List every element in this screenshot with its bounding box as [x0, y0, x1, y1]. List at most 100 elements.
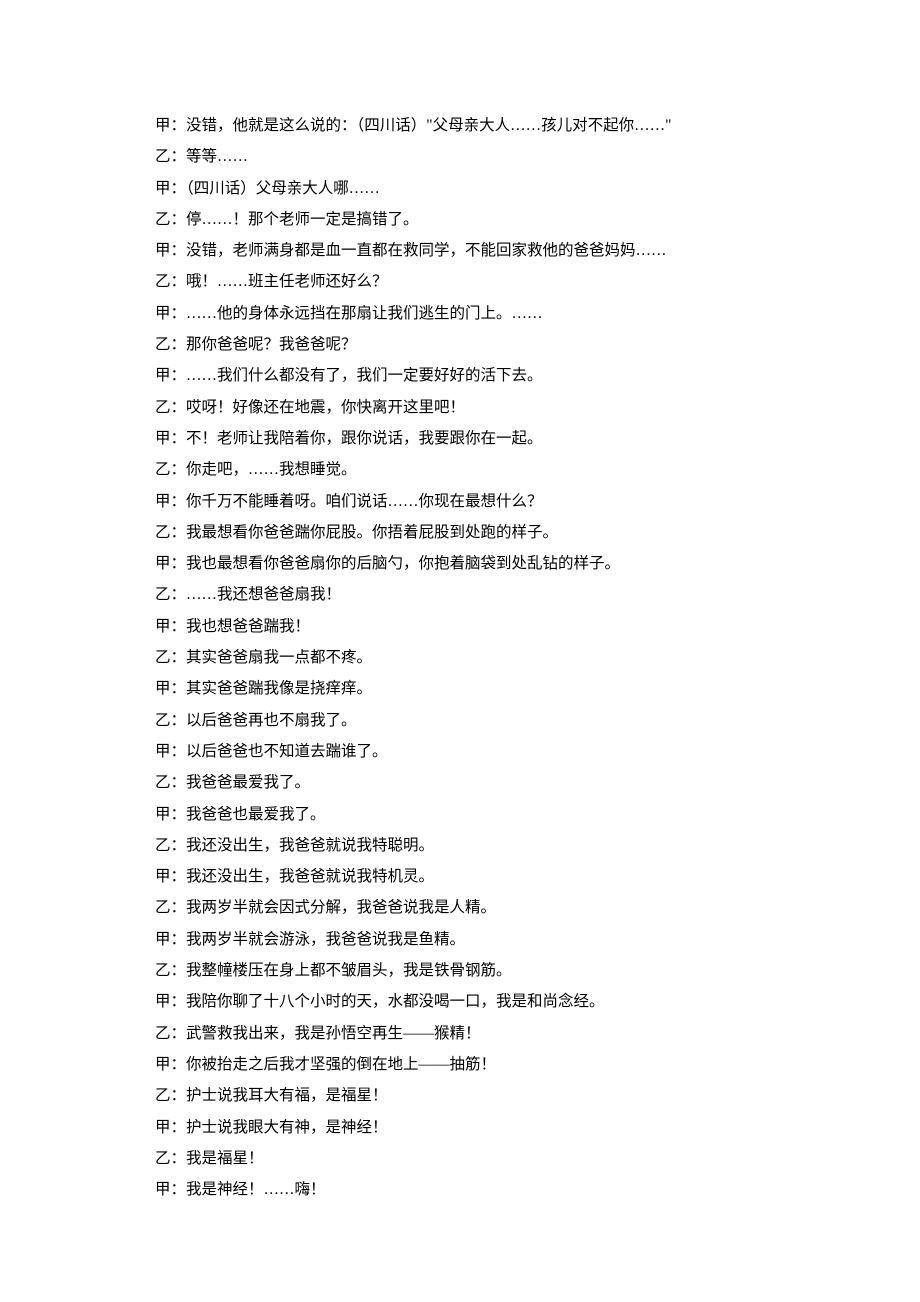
dialogue-line: 乙：护士说我耳大有福，是福星！	[155, 1080, 800, 1111]
dialogue-line: 乙：我最想看你爸爸踹你屁股。你捂着屁股到处跑的样子。	[155, 517, 800, 548]
speaker-label: 甲	[155, 618, 171, 635]
colon-separator: ：	[171, 1181, 187, 1198]
speaker-label: 甲	[155, 117, 171, 134]
dialogue-text: 没错，他就是这么说的：（四川话）"父母亲大人……孩儿对不起你……"	[186, 117, 671, 134]
colon-separator: ：	[171, 1056, 187, 1073]
colon-separator: ：	[171, 461, 187, 478]
dialogue-line: 乙：你走吧，……我想睡觉。	[155, 454, 800, 485]
speaker-label: 甲	[155, 993, 171, 1010]
speaker-label: 乙	[155, 837, 171, 854]
dialogue-line: 乙：哎呀！好像还在地震，你快离开这里吧！	[155, 392, 800, 423]
speaker-label: 乙	[155, 649, 171, 666]
speaker-label: 甲	[155, 680, 171, 697]
dialogue-line: 甲：你被抬走之后我才坚强的倒在地上——抽筋！	[155, 1049, 800, 1080]
dialogue-text: 我是神经！……嗨！	[186, 1181, 326, 1198]
colon-separator: ：	[171, 1087, 187, 1104]
colon-separator: ：	[171, 367, 187, 384]
dialogue-text: 以后爸爸再也不扇我了。	[186, 712, 357, 729]
speaker-label: 乙	[155, 774, 171, 791]
dialogue-line: 甲：……我们什么都没有了，我们一定要好好的活下去。	[155, 360, 800, 391]
colon-separator: ：	[171, 868, 187, 885]
colon-separator: ：	[171, 211, 187, 228]
dialogue-line: 甲：不！老师让我陪着你，跟你说话，我要跟你在一起。	[155, 423, 800, 454]
colon-separator: ：	[171, 618, 187, 635]
colon-separator: ：	[171, 743, 187, 760]
speaker-label: 乙	[155, 962, 171, 979]
speaker-label: 甲	[155, 493, 171, 510]
speaker-label: 乙	[155, 273, 171, 290]
colon-separator: ：	[171, 962, 187, 979]
dialogue-line: 甲：（四川话）父母亲大人哪……	[155, 173, 800, 204]
speaker-label: 甲	[155, 1181, 171, 1198]
speaker-label: 乙	[155, 712, 171, 729]
speaker-label: 乙	[155, 586, 171, 603]
dialogue-text: 那你爸爸呢？我爸爸呢？	[186, 336, 357, 353]
dialogue-text: 哎呀！好像还在地震，你快离开这里吧！	[186, 399, 465, 416]
speaker-label: 甲	[155, 931, 171, 948]
dialogue-text: ……我还想爸爸扇我！	[186, 586, 341, 603]
dialogue-line: 甲：我是神经！……嗨！	[155, 1174, 800, 1205]
dialogue-line: 乙：我整幢楼压在身上都不皱眉头，我是铁骨钢筋。	[155, 955, 800, 986]
document-page: 甲：没错，他就是这么说的：（四川话）"父母亲大人……孩儿对不起你……"乙：等等……	[0, 0, 920, 1265]
speaker-label: 甲	[155, 868, 171, 885]
colon-separator: ：	[171, 524, 187, 541]
dialogue-line: 甲：没错，老师满身都是血一直都在救同学，不能回家救他的爸爸妈妈……	[155, 235, 800, 266]
speaker-label: 甲	[155, 367, 171, 384]
speaker-label: 甲	[155, 430, 171, 447]
dialogue-text: 武警救我出来，我是孙悟空再生——猴精！	[186, 1025, 481, 1042]
colon-separator: ：	[171, 680, 187, 697]
dialogue-text: 不！老师让我陪着你，跟你说话，我要跟你在一起。	[186, 430, 543, 447]
colon-separator: ：	[171, 148, 187, 165]
dialogue-text: 其实爸爸踹我像是挠痒痒。	[186, 680, 372, 697]
speaker-label: 甲	[155, 1056, 171, 1073]
dialogue-line: 乙：其实爸爸扇我一点都不疼。	[155, 642, 800, 673]
dialogue-text: 你千万不能睡着呀。咱们说话……你现在最想什么？	[186, 493, 543, 510]
dialogue-text: （四川话）父母亲大人哪……	[186, 180, 380, 197]
dialogue-text: 我爸爸最爱我了。	[186, 774, 310, 791]
dialogue-text: 我还没出生，我爸爸就说我特聪明。	[186, 837, 434, 854]
dialogue-line: 乙：武警救我出来，我是孙悟空再生——猴精！	[155, 1018, 800, 1049]
dialogue-text: 没错，老师满身都是血一直都在救同学，不能回家救他的爸爸妈妈……	[186, 242, 667, 259]
colon-separator: ：	[171, 774, 187, 791]
dialogue-line: 甲：我也最想看你爸爸扇你的后脑勺，你抱着脑袋到处乱钻的样子。	[155, 548, 800, 579]
colon-separator: ：	[171, 555, 187, 572]
colon-separator: ：	[171, 712, 187, 729]
colon-separator: ：	[171, 837, 187, 854]
speaker-label: 乙	[155, 211, 171, 228]
colon-separator: ：	[171, 117, 187, 134]
dialogue-line: 甲：……他的身体永远挡在那扇让我们逃生的门上。……	[155, 298, 800, 329]
speaker-label: 乙	[155, 1087, 171, 1104]
speaker-label: 乙	[155, 461, 171, 478]
dialogue-line: 乙：哦！……班主任老师还好么？	[155, 266, 800, 297]
dialogue-text: 以后爸爸也不知道去踹谁了。	[186, 743, 388, 760]
colon-separator: ：	[171, 399, 187, 416]
dialogue-text: 我还没出生，我爸爸就说我特机灵。	[186, 868, 434, 885]
dialogue-line: 乙：停……！那个老师一定是搞错了。	[155, 204, 800, 235]
dialogue-line: 甲：其实爸爸踹我像是挠痒痒。	[155, 673, 800, 704]
colon-separator: ：	[171, 649, 187, 666]
dialogue-text: 我两岁半就会因式分解，我爸爸说我是人精。	[186, 899, 496, 916]
dialogue-line: 乙：我爸爸最爱我了。	[155, 767, 800, 798]
dialogue-text: 我是福星！	[186, 1150, 264, 1167]
speaker-label: 甲	[155, 305, 171, 322]
dialogue-line: 甲：我陪你聊了十八个小时的天，水都没喝一口，我是和尚念经。	[155, 986, 800, 1017]
dialogue-line: 甲：我还没出生，我爸爸就说我特机灵。	[155, 861, 800, 892]
dialogue-line: 甲：以后爸爸也不知道去踹谁了。	[155, 736, 800, 767]
dialogue-text: 护士说我眼大有神，是神经！	[186, 1119, 388, 1136]
dialogue-line: 乙：……我还想爸爸扇我！	[155, 579, 800, 610]
colon-separator: ：	[171, 430, 187, 447]
dialogue-line: 乙：等等……	[155, 141, 800, 172]
speaker-label: 甲	[155, 1119, 171, 1136]
colon-separator: ：	[171, 931, 187, 948]
dialogue-text: 我爸爸也最爱我了。	[186, 806, 326, 823]
dialogue-text: 等等……	[186, 148, 248, 165]
colon-separator: ：	[171, 180, 187, 197]
speaker-label: 甲	[155, 743, 171, 760]
dialogue-line: 乙：那你爸爸呢？我爸爸呢？	[155, 329, 800, 360]
colon-separator: ：	[171, 336, 187, 353]
dialogue-text: 你被抬走之后我才坚强的倒在地上——抽筋！	[186, 1056, 496, 1073]
dialogue-text: 停……！那个老师一定是搞错了。	[186, 211, 419, 228]
dialogue-text: 我陪你聊了十八个小时的天，水都没喝一口，我是和尚念经。	[186, 993, 605, 1010]
dialogue-line: 乙：以后爸爸再也不扇我了。	[155, 705, 800, 736]
speaker-label: 甲	[155, 180, 171, 197]
